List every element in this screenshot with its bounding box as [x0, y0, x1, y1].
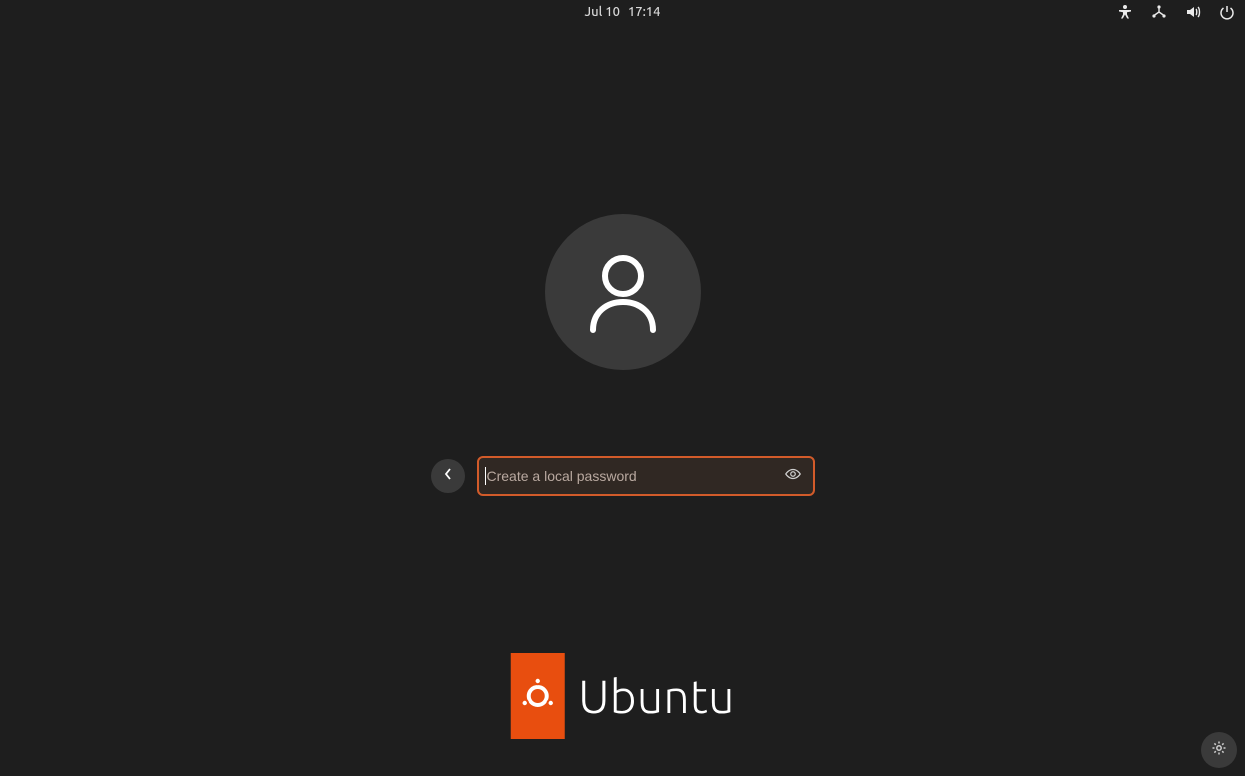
time-label: 17:14	[628, 5, 661, 19]
session-options-button[interactable]	[1201, 732, 1237, 768]
accessibility-icon[interactable]	[1117, 4, 1133, 20]
network-icon[interactable]	[1151, 4, 1167, 20]
password-row	[431, 456, 815, 496]
top-bar: Jul 10 17:14	[0, 0, 1245, 24]
volume-icon[interactable]	[1185, 4, 1201, 20]
ubuntu-logo-icon	[510, 653, 564, 739]
eye-icon	[784, 465, 802, 487]
gear-icon	[1211, 740, 1227, 760]
login-area	[373, 214, 873, 496]
avatar[interactable]	[545, 214, 701, 370]
chevron-left-icon	[443, 467, 453, 485]
brand: Ubuntu	[510, 653, 735, 739]
status-area	[1117, 0, 1235, 24]
person-icon	[575, 244, 671, 340]
password-field-wrapper[interactable]	[477, 456, 815, 496]
brand-name: Ubuntu	[578, 670, 735, 722]
password-input[interactable]	[485, 468, 783, 484]
show-password-button[interactable]	[783, 466, 803, 486]
clock[interactable]: Jul 10 17:14	[585, 5, 661, 19]
date-label: Jul 10	[585, 5, 620, 19]
back-button[interactable]	[431, 459, 465, 493]
power-icon[interactable]	[1219, 4, 1235, 20]
